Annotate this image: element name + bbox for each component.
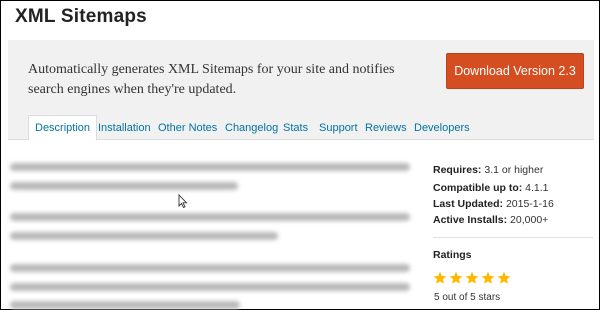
- meta-installs-value: 20,000+: [510, 214, 549, 226]
- plugin-short-description: Automatically generates XML Sitemaps for…: [28, 62, 395, 97]
- tab-reviews[interactable]: Reviews: [359, 115, 413, 140]
- tab-developers[interactable]: Developers: [408, 115, 476, 140]
- meta-requires-label: Requires:: [433, 164, 482, 176]
- meta-compatible-label: Compatible up to:: [433, 182, 523, 194]
- page-title: XML Sitemaps: [15, 6, 147, 27]
- meta-compatible: Compatible up to: 4.1.1: [433, 182, 549, 194]
- meta-last-updated: Last Updated: 2015-1-16: [433, 198, 554, 210]
- meta-active-installs: Active Installs: 20,000+: [433, 214, 548, 226]
- tab-other-notes[interactable]: Other Notes: [152, 115, 223, 140]
- meta-requires: Requires: 3.1 or higher: [433, 164, 543, 176]
- tab-support[interactable]: Support: [313, 115, 364, 140]
- star-icon: [465, 271, 479, 284]
- tab-description[interactable]: Description: [28, 115, 98, 141]
- meta-requires-value: 3.1 or higher: [484, 164, 544, 176]
- tab-installation[interactable]: Installation: [92, 115, 157, 140]
- tab-changelog[interactable]: Changelog: [219, 115, 284, 140]
- star-icon: [433, 271, 447, 284]
- ratings-title: Ratings: [433, 249, 472, 261]
- star-icon: [497, 271, 511, 284]
- download-button[interactable]: Download Version 2.3: [446, 53, 584, 89]
- meta-updated-value: 2015-1-16: [505, 198, 554, 210]
- tab-stats[interactable]: Stats: [277, 115, 314, 140]
- mouse-cursor-icon: [178, 194, 188, 208]
- rating-summary: 5 out of 5 stars: [434, 292, 501, 303]
- meta-updated-label: Last Updated:: [433, 198, 504, 210]
- star-icon: [481, 271, 495, 284]
- star-icon: [449, 271, 463, 284]
- star-rating: [433, 271, 511, 285]
- meta-compatible-value: 4.1.1: [525, 182, 549, 194]
- meta-installs-label: Active Installs:: [433, 214, 508, 226]
- ratings-divider: [433, 237, 593, 238]
